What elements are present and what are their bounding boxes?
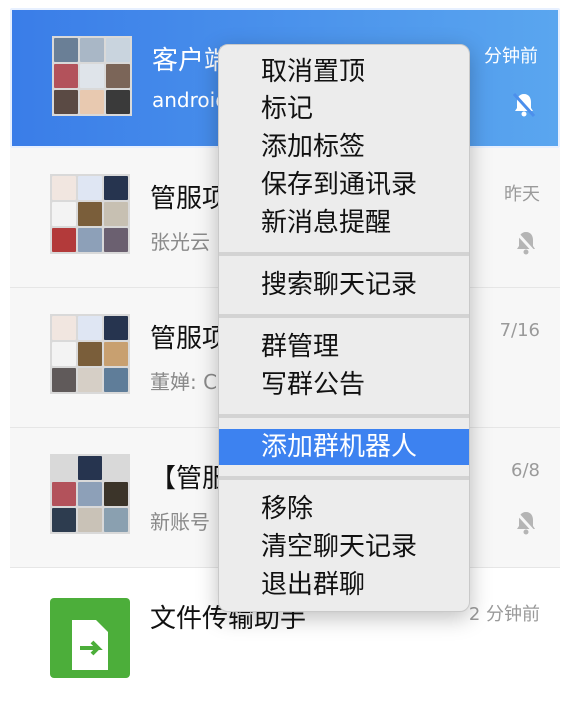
menu-item-add-tag[interactable]: 添加标签 — [219, 129, 469, 165]
chat-time: 6/8 — [511, 460, 540, 481]
context-menu: 取消置顶 标记 添加标签 保存到通讯录 新消息提醒 搜索聊天记录 群管理 写群公… — [218, 44, 470, 612]
chat-time: 2 分钟前 — [468, 604, 540, 625]
menu-item-clear-history[interactable]: 清空聊天记录 — [219, 529, 469, 565]
menu-item-remove[interactable]: 移除 — [219, 491, 469, 527]
bell-muted-icon — [514, 510, 538, 536]
bell-muted-icon — [514, 230, 538, 256]
chat-title: 【管服 — [150, 464, 229, 494]
group-avatar — [52, 36, 132, 116]
menu-item-group-manage[interactable]: 群管理 — [219, 329, 469, 365]
menu-item-add-bot[interactable]: 添加群机器人 — [219, 429, 469, 465]
menu-item-search-history[interactable]: 搜索聊天记录 — [219, 267, 469, 303]
group-avatar — [50, 454, 130, 534]
menu-item-mark[interactable]: 标记 — [219, 91, 469, 127]
chat-time: 7/16 — [499, 320, 540, 341]
menu-separator — [219, 414, 469, 418]
menu-item-group-notice[interactable]: 写群公告 — [219, 367, 469, 403]
group-avatar — [50, 314, 130, 394]
menu-separator — [219, 252, 469, 256]
chat-preview: 新账号 — [150, 510, 210, 534]
menu-item-notifications[interactable]: 新消息提醒 — [219, 205, 469, 241]
chat-time: 昨天 — [504, 184, 540, 205]
chat-preview: 张光云 — [150, 230, 210, 254]
bell-muted-icon — [512, 92, 536, 118]
chat-preview: 董婵: C — [150, 370, 218, 394]
menu-item-save-contacts[interactable]: 保存到通讯录 — [219, 167, 469, 203]
menu-separator — [219, 476, 469, 480]
file-transfer-icon — [50, 598, 130, 678]
group-avatar — [50, 174, 130, 254]
menu-item-unpin[interactable]: 取消置顶 — [219, 54, 469, 90]
menu-item-leave-group[interactable]: 退出群聊 — [219, 567, 469, 603]
menu-separator — [219, 314, 469, 318]
chat-time: 分钟前 — [484, 46, 538, 67]
